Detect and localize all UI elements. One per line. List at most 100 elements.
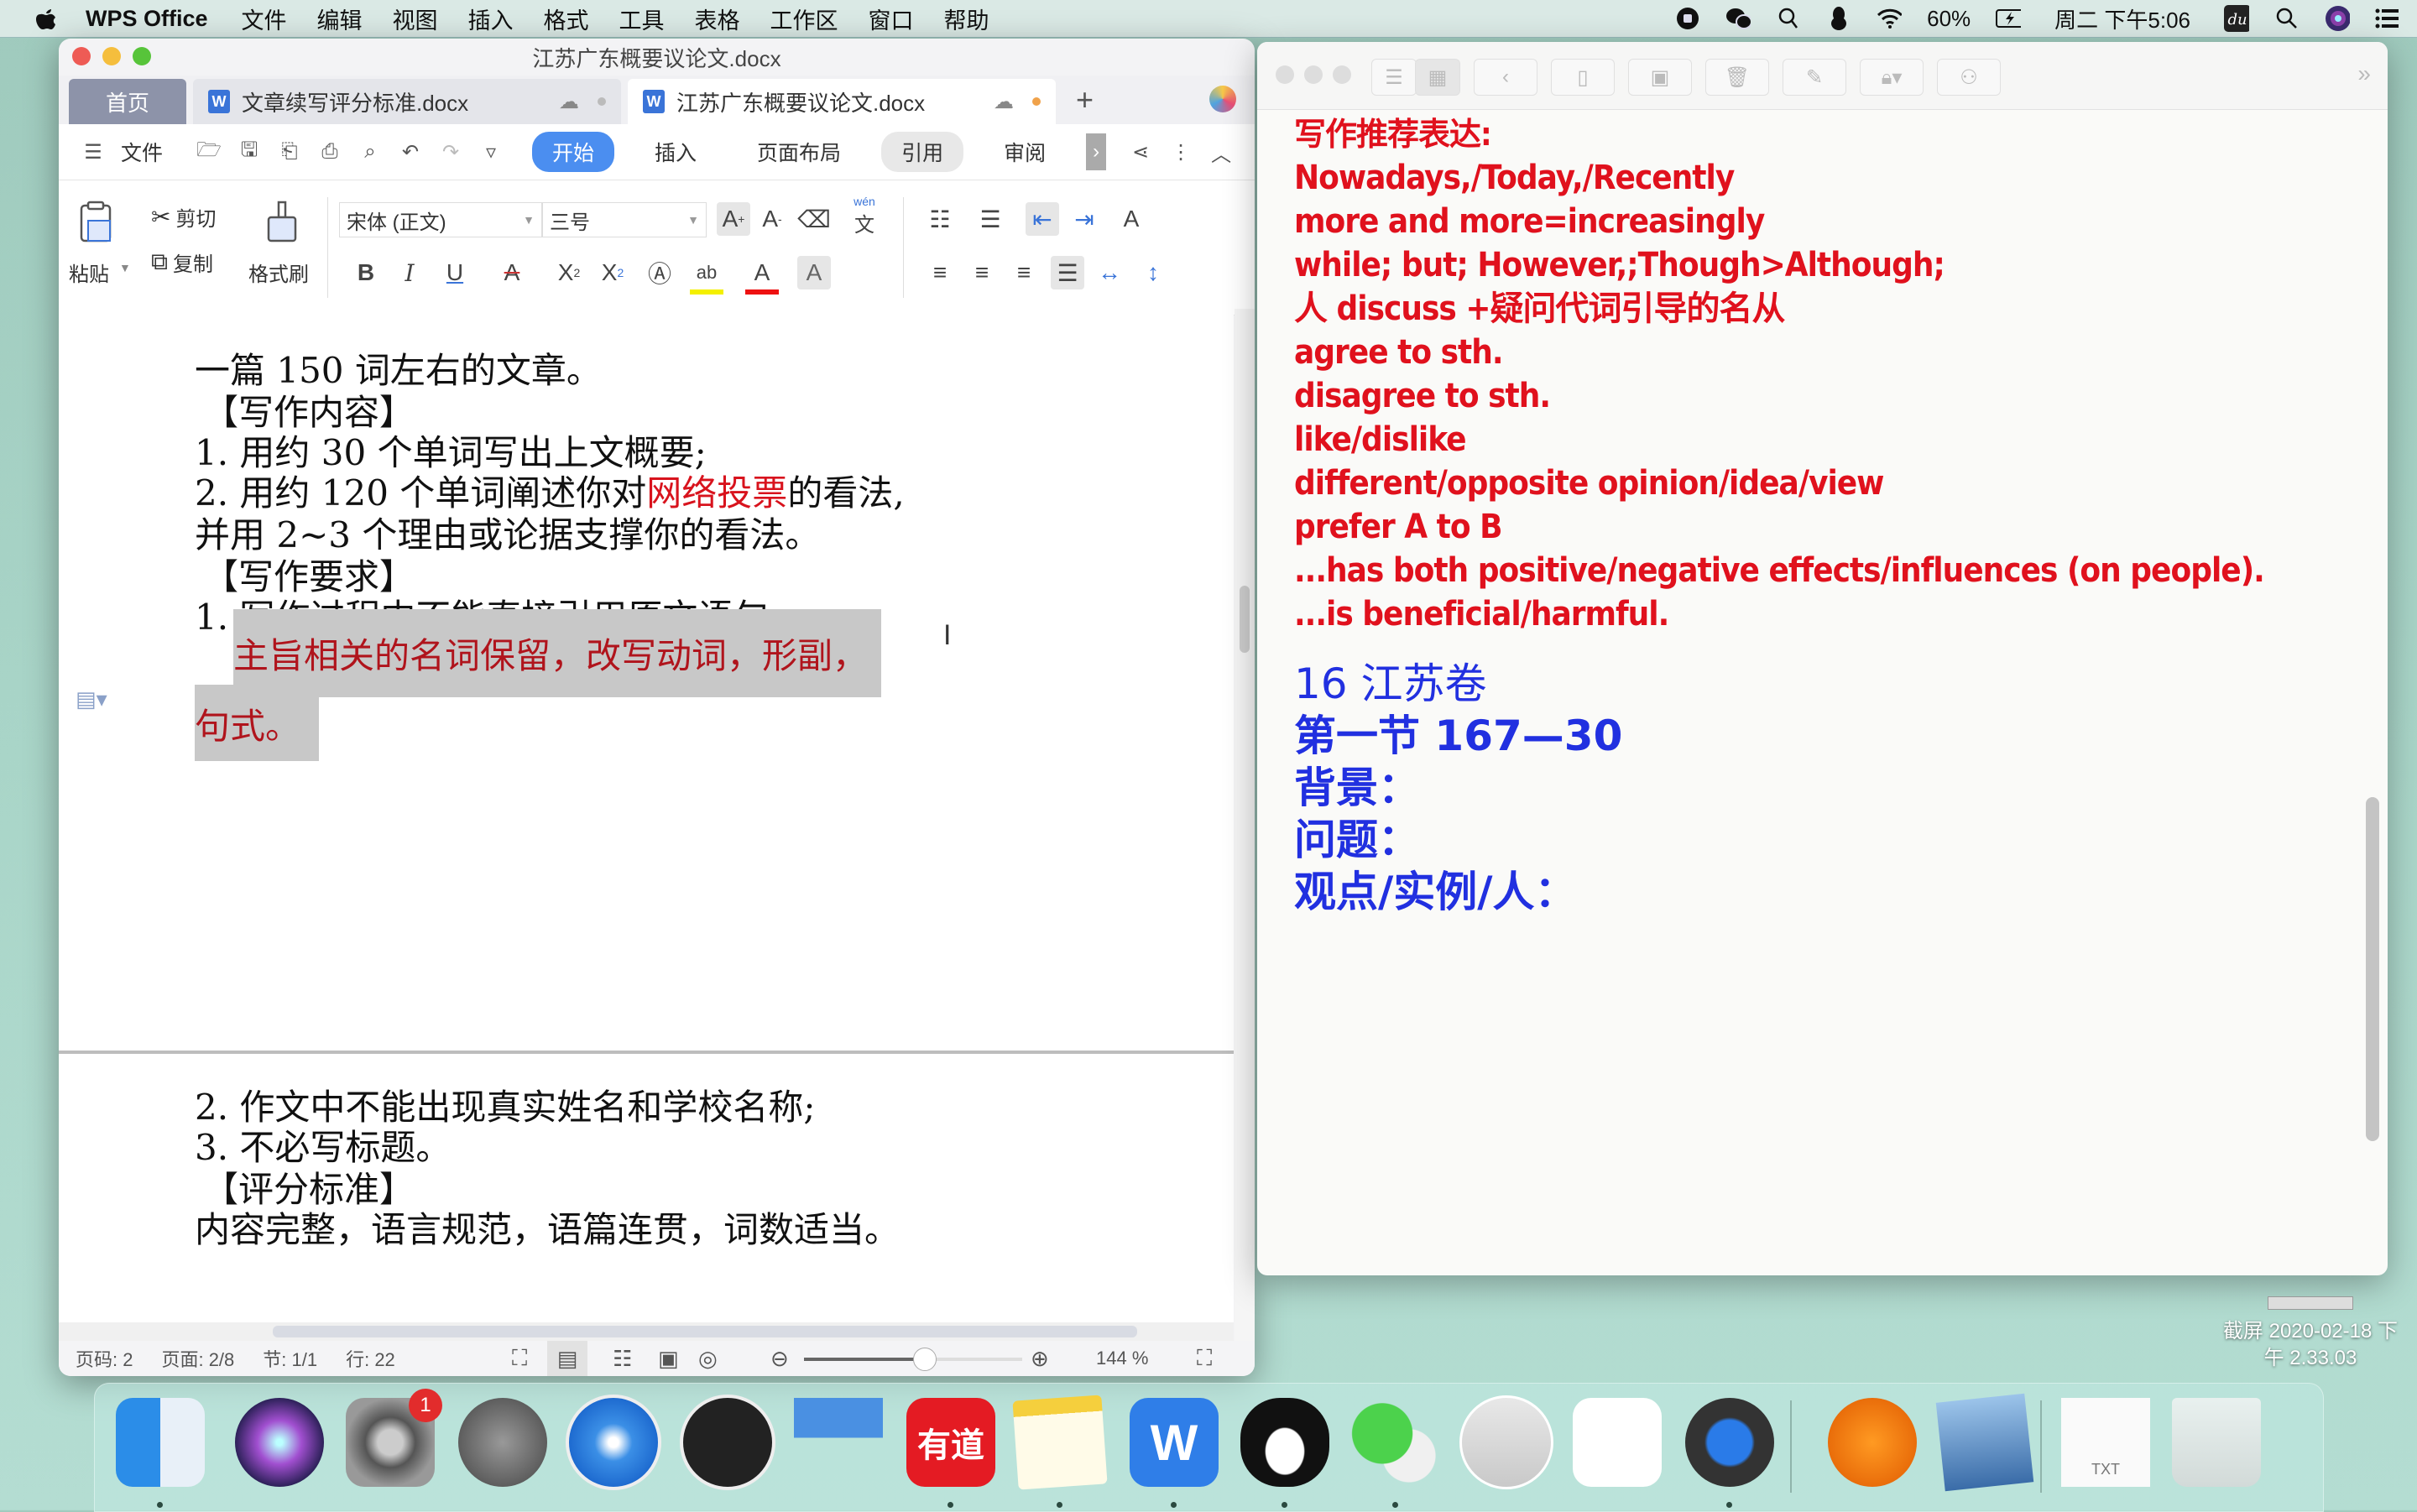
font-name-select[interactable]: 宋体 (正文) ▼: [339, 202, 542, 237]
horizontal-scrollbar[interactable]: [59, 1322, 1234, 1341]
tab-doc-current[interactable]: W 江苏广东概要议论文.docx ☁: [628, 79, 1056, 124]
dock-finder-icon[interactable]: [112, 1394, 209, 1508]
list-view-icon[interactable]: ☰: [1371, 59, 1417, 96]
cloud-icon[interactable]: ☁: [994, 90, 1014, 114]
scroll-thumb[interactable]: [273, 1326, 1137, 1337]
dock-safari-icon[interactable]: [565, 1394, 662, 1491]
new-tab-button[interactable]: +: [1076, 82, 1094, 117]
menu-edit[interactable]: 编辑: [317, 3, 363, 35]
ribbon-tab-review[interactable]: 审阅: [984, 132, 1066, 172]
paste-icon[interactable]: [70, 197, 121, 248]
zoom-window-button[interactable]: [1333, 65, 1351, 84]
print-preview-icon[interactable]: ⌕: [358, 139, 383, 164]
zoom-level[interactable]: 144 %: [1096, 1348, 1148, 1369]
attachments-icon[interactable]: ▣: [1628, 59, 1692, 96]
qq-icon[interactable]: [1826, 6, 1851, 31]
sidebar-toggle-icon[interactable]: ▯: [1551, 59, 1615, 96]
hamburger-menu-icon[interactable]: ☰: [81, 139, 106, 164]
zoom-slider-knob[interactable]: [913, 1348, 937, 1371]
decrease-font-size-icon[interactable]: A-: [755, 202, 789, 236]
subscript-icon[interactable]: X2: [596, 256, 629, 289]
menu-format[interactable]: 格式: [544, 3, 589, 35]
eye-protection-icon[interactable]: ◎: [698, 1346, 718, 1372]
user-avatar[interactable]: [1209, 86, 1236, 112]
highlight-icon[interactable]: ab: [690, 256, 723, 295]
collaborate-icon[interactable]: ⚇: [1937, 59, 2001, 96]
dock-notes-icon[interactable]: [1011, 1394, 1109, 1508]
vertical-scrollbar[interactable]: [1235, 309, 1255, 1341]
ribbon-tab-home[interactable]: 开始: [532, 132, 615, 172]
superscript-icon[interactable]: X2: [552, 256, 586, 289]
dock-wechat-icon[interactable]: [1347, 1394, 1444, 1508]
paragraph-layout-icon[interactable]: ▤▾: [76, 686, 107, 712]
dock-youdao-icon[interactable]: 有道: [902, 1394, 1000, 1508]
notes-scrollbar[interactable]: [2366, 797, 2379, 1141]
save-icon[interactable]: 🖫: [237, 138, 262, 164]
selected-text[interactable]: 句式。: [195, 685, 320, 761]
fit-window-icon[interactable]: ⛶: [1197, 1345, 1212, 1372]
format-painter-icon[interactable]: [257, 197, 307, 248]
web-view-icon[interactable]: ▣: [658, 1346, 679, 1372]
share-icon[interactable]: ⋖: [1128, 139, 1153, 164]
justify-icon[interactable]: ☰: [1051, 256, 1084, 289]
dock-image-capture-icon[interactable]: [1458, 1394, 1555, 1491]
decrease-indent-icon[interactable]: ⇤: [1026, 202, 1059, 236]
file-menu-button[interactable]: 文件: [121, 137, 163, 167]
wps-titlebar[interactable]: 江苏广东概要议论文.docx: [59, 39, 1255, 76]
bullet-list-icon[interactable]: ☷: [923, 202, 957, 236]
redo-icon[interactable]: ↷: [438, 139, 463, 164]
text-effect-icon[interactable]: Ⓐ: [643, 256, 676, 289]
char-spacing-icon[interactable]: A: [1115, 202, 1148, 236]
char-shading-icon[interactable]: A: [797, 256, 831, 289]
align-right-icon[interactable]: ≡: [1007, 256, 1041, 289]
close-window-button[interactable]: [1276, 65, 1294, 84]
battery-charging-icon[interactable]: [1996, 6, 2022, 31]
dock-books-icon[interactable]: [1824, 1394, 1921, 1491]
print-icon[interactable]: ⎙: [317, 139, 342, 164]
apple-menu-icon[interactable]: [34, 6, 59, 31]
align-left-icon[interactable]: ≡: [923, 256, 957, 289]
tab-doc-scoring-standard[interactable]: W 文章续写评分标准.docx ☁: [193, 79, 621, 124]
dock-trash-icon[interactable]: [2168, 1394, 2265, 1491]
note-content[interactable]: 写作推荐表达: Nowadays,/Today,/Recently more and…: [1294, 112, 2337, 918]
wifi-icon[interactable]: [1877, 6, 1903, 31]
back-icon[interactable]: ‹: [1474, 59, 1537, 96]
document-canvas[interactable]: 一篇 150 词左右的文章。 【写作内容】 1. 用约 30 个单词写出上文概要…: [59, 309, 1234, 1341]
zoom-slider[interactable]: [804, 1348, 1022, 1371]
scroll-thumb[interactable]: [1240, 586, 1250, 653]
menu-window[interactable]: 窗口: [869, 3, 914, 35]
pinyin-guide-icon[interactable]: wén 文: [839, 195, 890, 237]
paste-button[interactable]: 粘贴: [69, 258, 109, 287]
ribbon-tab-references[interactable]: 引用: [881, 132, 964, 172]
trash-icon[interactable]: 🗑: [1705, 59, 1769, 96]
distribute-icon[interactable]: ↔: [1093, 256, 1126, 289]
zoom-window-button[interactable]: [133, 47, 151, 65]
close-window-button[interactable]: [72, 47, 91, 65]
paste-dropdown-icon[interactable]: ▼: [119, 261, 131, 274]
screen-record-icon[interactable]: [1675, 6, 1700, 31]
more-options-icon[interactable]: ⋮: [1168, 139, 1193, 164]
italic-icon[interactable]: I: [393, 256, 426, 289]
dock-siri-icon[interactable]: [231, 1394, 328, 1491]
open-folder-icon[interactable]: 🗁: [196, 138, 222, 164]
menu-table[interactable]: 表格: [695, 3, 740, 35]
page-view-icon[interactable]: ▤: [547, 1341, 587, 1376]
menu-insert[interactable]: 插入: [468, 3, 514, 35]
zoom-in-icon[interactable]: ⊕: [1031, 1346, 1049, 1372]
export-icon[interactable]: ⎗: [277, 139, 302, 164]
wechat-icon[interactable]: [1725, 6, 1751, 31]
minimize-window-button[interactable]: [102, 47, 121, 65]
clock[interactable]: 周二 下午5:06: [2054, 3, 2190, 34]
strikethrough-icon[interactable]: A: [495, 256, 529, 289]
ribbon-tab-page-layout[interactable]: 页面布局: [737, 132, 861, 172]
dock-wps-office-icon[interactable]: W: [1125, 1394, 1223, 1508]
bold-icon[interactable]: B: [349, 256, 383, 289]
ribbon-tab-insert[interactable]: 插入: [634, 132, 717, 172]
collapse-ribbon-icon[interactable]: ︿: [1208, 139, 1234, 166]
format-painter-button[interactable]: 格式刷: [248, 258, 309, 287]
font-color-icon[interactable]: A: [745, 256, 779, 295]
gallery-view-icon[interactable]: ▦: [1415, 59, 1460, 96]
desktop-screenshot-file[interactable]: 截屏 2020-02-18 下 午 2.33.03: [2206, 1296, 2415, 1372]
dock-launchpad-icon[interactable]: [454, 1394, 551, 1491]
search-doc-icon[interactable]: [1776, 6, 1801, 31]
